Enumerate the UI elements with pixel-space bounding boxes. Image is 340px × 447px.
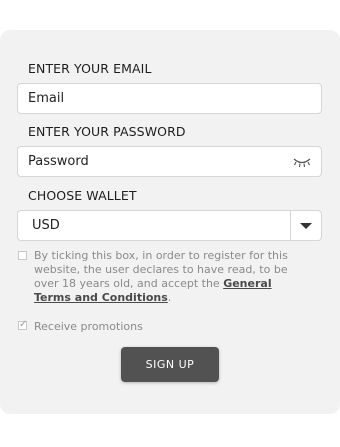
wallet-selected-value: USD [32,218,60,233]
sign-up-button[interactable]: SIGN UP [121,347,219,382]
email-input[interactable] [18,84,321,113]
checkmark-icon: ✓ [19,319,28,330]
terms-text-end: . [167,291,172,304]
email-field[interactable] [17,83,322,114]
email-label: ENTER YOUR EMAIL [28,61,152,76]
wallet-label: CHOOSE WALLET [28,188,137,203]
password-label: ENTER YOUR PASSWORD [28,124,186,139]
promotions-label: Receive promotions [34,320,143,333]
select-divider [290,211,291,240]
terms-checkbox[interactable] [18,251,27,260]
password-input[interactable] [18,147,321,176]
terms-text: By ticking this box, in order to registe… [34,249,306,305]
password-field[interactable] [17,146,322,177]
wallet-select[interactable]: USD [17,210,322,241]
chevron-down-icon[interactable] [300,223,312,229]
eye-closed-icon[interactable] [293,156,311,168]
